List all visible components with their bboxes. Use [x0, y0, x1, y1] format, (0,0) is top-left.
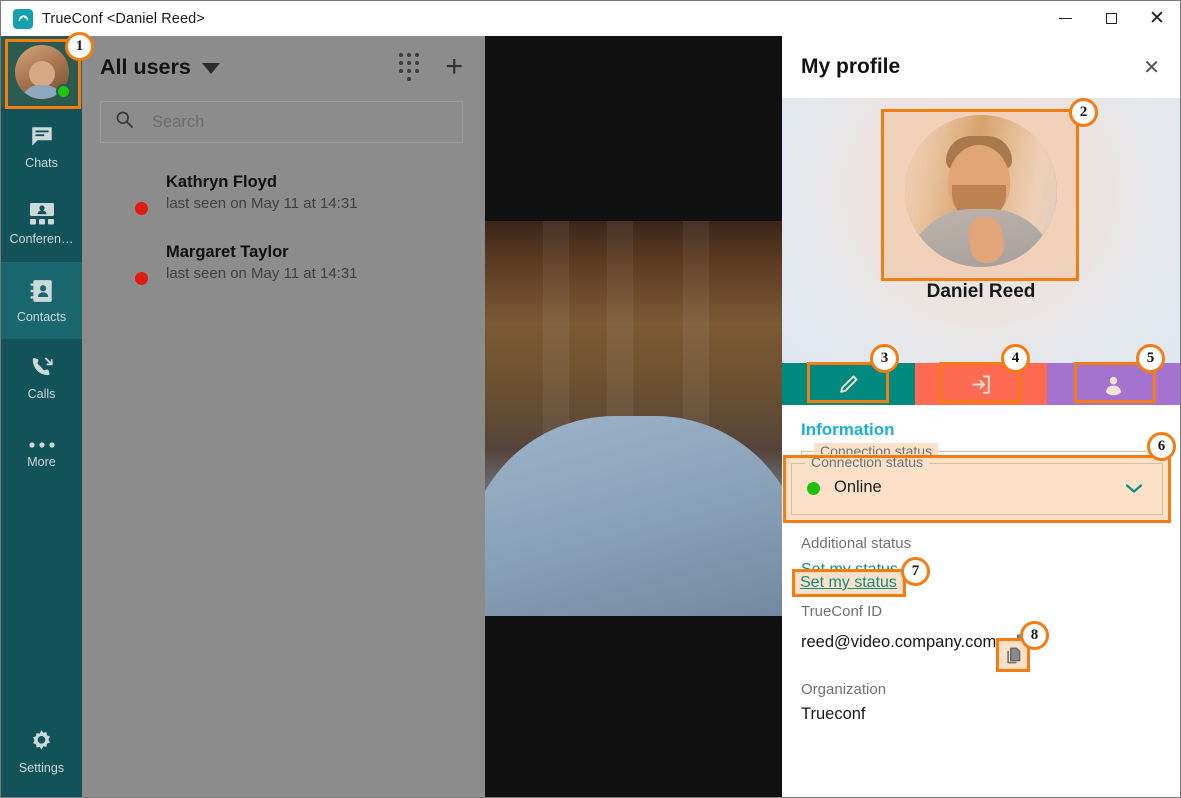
contact-last-seen: last seen on May 11 at 14:31	[166, 264, 358, 282]
sidebar-item-label: Contacts	[16, 309, 67, 324]
dialpad-icon[interactable]	[399, 53, 420, 81]
video-letterbox-top	[485, 36, 782, 221]
contact-name: Margaret Taylor	[166, 242, 289, 261]
profile-display-name: Daniel Reed	[926, 281, 1036, 302]
sidebar-item-contacts[interactable]: Contacts	[1, 262, 82, 339]
conference-group-icon	[29, 202, 55, 226]
profile-edit-button[interactable]	[782, 363, 915, 405]
ellipsis-icon	[28, 441, 56, 449]
logout-arrow-icon	[970, 373, 993, 396]
video-letterbox-bottom	[485, 616, 782, 797]
highlight-fill-profile-avatar	[881, 109, 1079, 281]
sidebar-item-calls[interactable]: Calls	[1, 339, 82, 416]
profile-body: Information Connection status Online Add…	[782, 405, 1180, 724]
organization-block: Organization Trueconf	[801, 681, 1160, 724]
sidebar-nav: Chats Conferen… Contacts Calls More Sett…	[1, 36, 82, 797]
contact-list-item[interactable]: Margaret Taylor last seen on May 11 at 1…	[82, 227, 485, 297]
trueconf-window: TrueConf <Daniel Reed> ✕ Chats Conferen……	[0, 0, 1181, 798]
callout-badge-2: 2	[1069, 98, 1098, 127]
trueconf-id-block: TrueConf ID reed@video.company.com	[801, 603, 1160, 657]
highlight-fill-set-status	[792, 569, 906, 597]
information-heading: Information	[801, 420, 895, 439]
contact-last-seen: last seen on May 11 at 14:31	[166, 194, 358, 212]
callout-badge-6: 6	[1147, 432, 1176, 461]
trueconf-id-value: reed@video.company.com	[801, 632, 997, 651]
title-bar: TrueConf <Daniel Reed> ✕	[1, 1, 1180, 36]
minimize-button[interactable]	[1042, 1, 1088, 36]
status-dot-offline	[133, 270, 150, 287]
contacts-panel: All users + Search Kathryn Floyd last se…	[82, 36, 485, 797]
close-button[interactable]: ✕	[1134, 1, 1180, 36]
sidebar-item-more[interactable]: More	[1, 416, 82, 493]
callout-badge-1: 1	[65, 32, 94, 61]
sidebar-item-label: Settings	[18, 761, 65, 775]
person-icon	[1101, 372, 1126, 397]
phone-call-icon	[29, 355, 55, 381]
search-field[interactable]	[100, 101, 463, 143]
callout-badge-7: 7	[901, 557, 930, 586]
organization-label: Organization	[801, 681, 887, 698]
window-title: TrueConf <Daniel Reed>	[42, 10, 205, 27]
callout-badge-5: 5	[1136, 344, 1165, 373]
contacts-group-title: All users	[100, 54, 191, 79]
sidebar-item-label: Conferen…	[9, 231, 74, 246]
window-controls: ✕	[1042, 1, 1180, 36]
pencil-icon	[837, 373, 860, 396]
search-icon	[115, 110, 134, 134]
organization-value: Trueconf	[801, 705, 866, 723]
contact-name: Kathryn Floyd	[166, 172, 277, 191]
video-frame	[485, 221, 782, 646]
chat-bubble-icon	[29, 124, 55, 150]
sidebar-item-label: Chats	[25, 155, 58, 170]
callout-badge-8: 8	[1020, 621, 1049, 650]
status-dot-online	[56, 84, 71, 99]
callout-badge-3: 3	[870, 344, 899, 373]
callout-badge-4: 4	[1001, 344, 1030, 373]
caret-down-icon[interactable]	[201, 63, 220, 74]
status-dot-offline	[133, 200, 150, 217]
sidebar-item-label: More	[27, 454, 56, 469]
contacts-panel-header: All users +	[82, 36, 485, 98]
gear-icon	[28, 728, 55, 755]
address-book-icon	[29, 278, 55, 304]
maximize-button[interactable]	[1088, 1, 1134, 36]
profile-action-bar	[782, 363, 1180, 405]
plus-icon[interactable]: +	[445, 52, 463, 82]
video-preview-area[interactable]	[485, 36, 782, 797]
sidebar-item-conferences[interactable]: Conferen…	[1, 185, 82, 262]
sidebar-item-settings[interactable]: Settings	[1, 713, 82, 790]
search-input[interactable]	[152, 112, 448, 132]
sidebar-item-chats[interactable]: Chats	[1, 108, 82, 185]
profile-logout-button[interactable]	[914, 363, 1048, 405]
additional-status-label: Additional status	[801, 535, 912, 552]
trueconf-id-label: TrueConf ID	[801, 603, 883, 620]
profile-header: My profile ✕	[782, 36, 1180, 98]
sidebar-item-label: Calls	[27, 386, 56, 401]
profile-title: My profile	[801, 55, 901, 78]
trueconf-logo-icon	[13, 8, 33, 29]
contact-list-item[interactable]: Kathryn Floyd last seen on May 11 at 14:…	[82, 157, 485, 227]
close-icon[interactable]: ✕	[1143, 55, 1160, 80]
highlight-fill-connection-status	[783, 455, 1171, 523]
